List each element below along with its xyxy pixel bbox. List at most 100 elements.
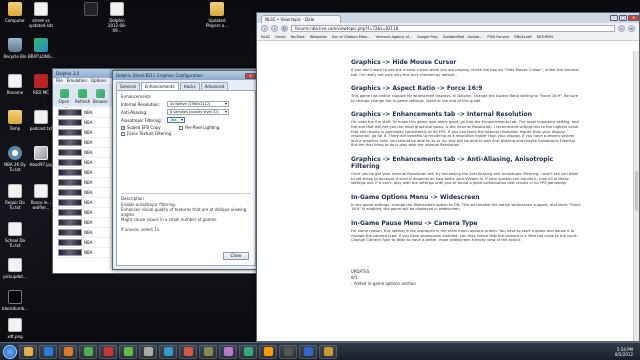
start-button[interactable]: [3, 344, 17, 359]
anti-aliasing-label: Anti-Aliasing:: [121, 109, 148, 115]
desktop-icon[interactable]: street vs updated.sds: [28, 2, 54, 28]
dialog-close-x-button[interactable]: ×: [245, 72, 256, 79]
reload-icon[interactable]: ↻: [281, 24, 288, 32]
desktop-icon[interactable]: Temp: [2, 110, 28, 131]
desktop-icon[interactable]: Dolphin 2012-08-09...: [104, 2, 130, 33]
tab-general[interactable]: General: [116, 82, 140, 90]
desktop-icon[interactable]: Recycle Bin: [2, 38, 28, 59]
taskbar-app11-button[interactable]: [219, 344, 237, 359]
taskbar-app9-button[interactable]: [179, 344, 197, 359]
forward-icon[interactable]: ›: [271, 24, 278, 32]
guide-section: Graphics -> Aspect Ratio -> Force 16:9 Th…: [351, 85, 581, 103]
tab-hacks[interactable]: Hacks: [179, 82, 200, 90]
tab-enhancements[interactable]: Enhancements: [140, 82, 179, 90]
folder-icon: [210, 2, 224, 16]
game-banner-image: [58, 109, 82, 116]
desktop-icon[interactable]: RED MC: [28, 74, 54, 95]
star-icon[interactable]: ☆: [618, 24, 625, 32]
desktop-icon[interactable]: NBA 2K Dy Tu.txt: [2, 146, 28, 172]
bookmarks-bar: NLSC Gmail YouTube Wikipedia Sun of Citation…: [257, 33, 639, 41]
menu-file[interactable]: File: [56, 78, 63, 84]
bookmark-link[interactable]: KATHRYN: [537, 35, 553, 39]
app15-icon: [303, 347, 313, 356]
taskbar-app5-button[interactable]: [99, 344, 117, 359]
taskbar-app8-button[interactable]: [159, 344, 177, 359]
taskbar-explorer-button[interactable]: [19, 344, 37, 359]
app12-icon: [243, 347, 253, 356]
desktop-icon[interactable]: BRAT\LONG...: [28, 38, 55, 59]
graphics-config-dialog: Dolphin Direct3D11 Graphics Configuratio…: [112, 70, 260, 270]
bookmark-link[interactable]: Wikipedia: [310, 35, 327, 39]
close-button[interactable]: ×: [628, 15, 639, 21]
open-button[interactable]: Open: [57, 89, 71, 104]
desktop-icon[interactable]: podcast.txt: [28, 110, 54, 131]
taskbar-chrome-button[interactable]: [79, 344, 97, 359]
game-banner-image: [58, 139, 82, 146]
refresh-button[interactable]: Refresh: [75, 89, 90, 104]
bookmark-link[interactable]: GoddardPad - Godda...: [443, 35, 483, 39]
desktop-icon-label: Computer: [5, 18, 25, 23]
desktop-icon[interactable]: Hood97.jpg: [28, 146, 54, 167]
section-body: Ok, onto the fun stuff. To make this gam…: [351, 120, 579, 148]
game-banner-image: [58, 199, 82, 206]
desktop-icon-label: Recycle Bin: [3, 54, 27, 59]
desktop-icon[interactable]: pickupdot...: [2, 258, 28, 279]
game-title: NBA: [84, 110, 93, 115]
bookmark-link[interactable]: Gmail: [275, 35, 285, 39]
taskbar-media-button[interactable]: [39, 344, 57, 359]
system-tray-clock[interactable]: 5:34 PM 8/5/2012: [615, 347, 637, 357]
page-scrollbar[interactable]: [633, 51, 639, 341]
browse-button[interactable]: Browse: [93, 89, 108, 104]
section-body: For some reason, this setting is not dis…: [351, 228, 578, 243]
bookmark-link[interactable]: Sun of Citation Mlan...: [332, 35, 371, 39]
bookmark-link[interactable]: Vermont Agency of...: [375, 35, 411, 39]
game-banner-image: [58, 169, 82, 176]
game-banner-image: [58, 239, 82, 246]
menu-options[interactable]: Options: [91, 78, 106, 84]
desktop-icon[interactable]: [78, 2, 104, 18]
taskbar-app15-button[interactable]: [299, 344, 317, 359]
internal-resolution-select[interactable]: 4x Native (2560x2112): [167, 101, 229, 107]
close-button[interactable]: Close: [223, 252, 249, 260]
bookmark-link[interactable]: RBuXcraft: [514, 35, 532, 39]
desktop-icon[interactable]: Updated Players a...: [204, 2, 230, 28]
graphics-config-titlebar[interactable]: Dolphin Direct3D11 Graphics Configuratio…: [113, 71, 259, 80]
anisotropic-label: Anisotropic Filtering:: [121, 117, 163, 123]
scrollbar-thumb[interactable]: [635, 171, 638, 211]
bookmark-link[interactable]: Google Play: [417, 35, 438, 39]
refresh-icon: [77, 89, 87, 98]
taskbar-firefox-button[interactable]: [59, 344, 77, 359]
taskbar-app10-button[interactable]: [199, 344, 217, 359]
taskbar-app7-button[interactable]: [139, 344, 157, 359]
doc-icon: [8, 258, 22, 272]
desktop-icon[interactable]: Requir Do Tu.txt: [2, 184, 28, 210]
menu-emulation[interactable]: Emulation: [67, 78, 87, 84]
maximize-button[interactable]: □: [619, 15, 627, 21]
bookmark-link[interactable]: PIXX Forums: [487, 35, 509, 39]
anisotropic-select[interactable]: 16x: [167, 117, 185, 123]
taskbar-app6-button[interactable]: [119, 344, 137, 359]
tab-advanced[interactable]: Advanced: [200, 82, 229, 90]
desktop-icon-label: Temp: [9, 126, 21, 131]
taskbar-app12-button[interactable]: [239, 344, 257, 359]
back-icon[interactable]: ‹: [261, 24, 268, 32]
taskbar-app16-button[interactable]: [319, 344, 337, 359]
minimize-button[interactable]: –: [610, 15, 618, 21]
desktop-icon[interactable]: Computer: [2, 2, 28, 23]
bookmark-link[interactable]: NLSC: [261, 35, 270, 39]
scaled-efb-copy-checkbox[interactable]: ✓ Scaled EFB Copy: [121, 125, 171, 130]
browser-tab[interactable]: NLSC • View topic - Dolo: [261, 15, 341, 23]
desktop-icon[interactable]: xdt.png: [2, 318, 28, 339]
bookmark-link[interactable]: YouTube: [290, 35, 304, 39]
taskbar-app14-button[interactable]: [279, 344, 297, 359]
taskbar-app13-button[interactable]: [259, 344, 277, 359]
menu-icon[interactable]: ≡: [628, 24, 635, 32]
force-texture-filtering-checkbox[interactable]: Force Texture Filtering: [121, 131, 171, 136]
anti-aliasing-select[interactable]: 8 samples (quality level 32): [167, 109, 229, 115]
desktop-icon[interactable]: Rosco le... wolfier...: [28, 184, 54, 210]
desktop-icon[interactable]: Rename: [2, 74, 28, 95]
url-input[interactable]: forums.nba-live.com/viewtopic.php?f=72&t…: [291, 24, 615, 32]
desktop-icon[interactable]: School Do Tu.txt: [2, 222, 28, 248]
desktop-icon[interactable]: blockdumb...: [2, 290, 28, 311]
per-pixel-lighting-checkbox[interactable]: Per-Pixel Lighting: [179, 125, 219, 130]
